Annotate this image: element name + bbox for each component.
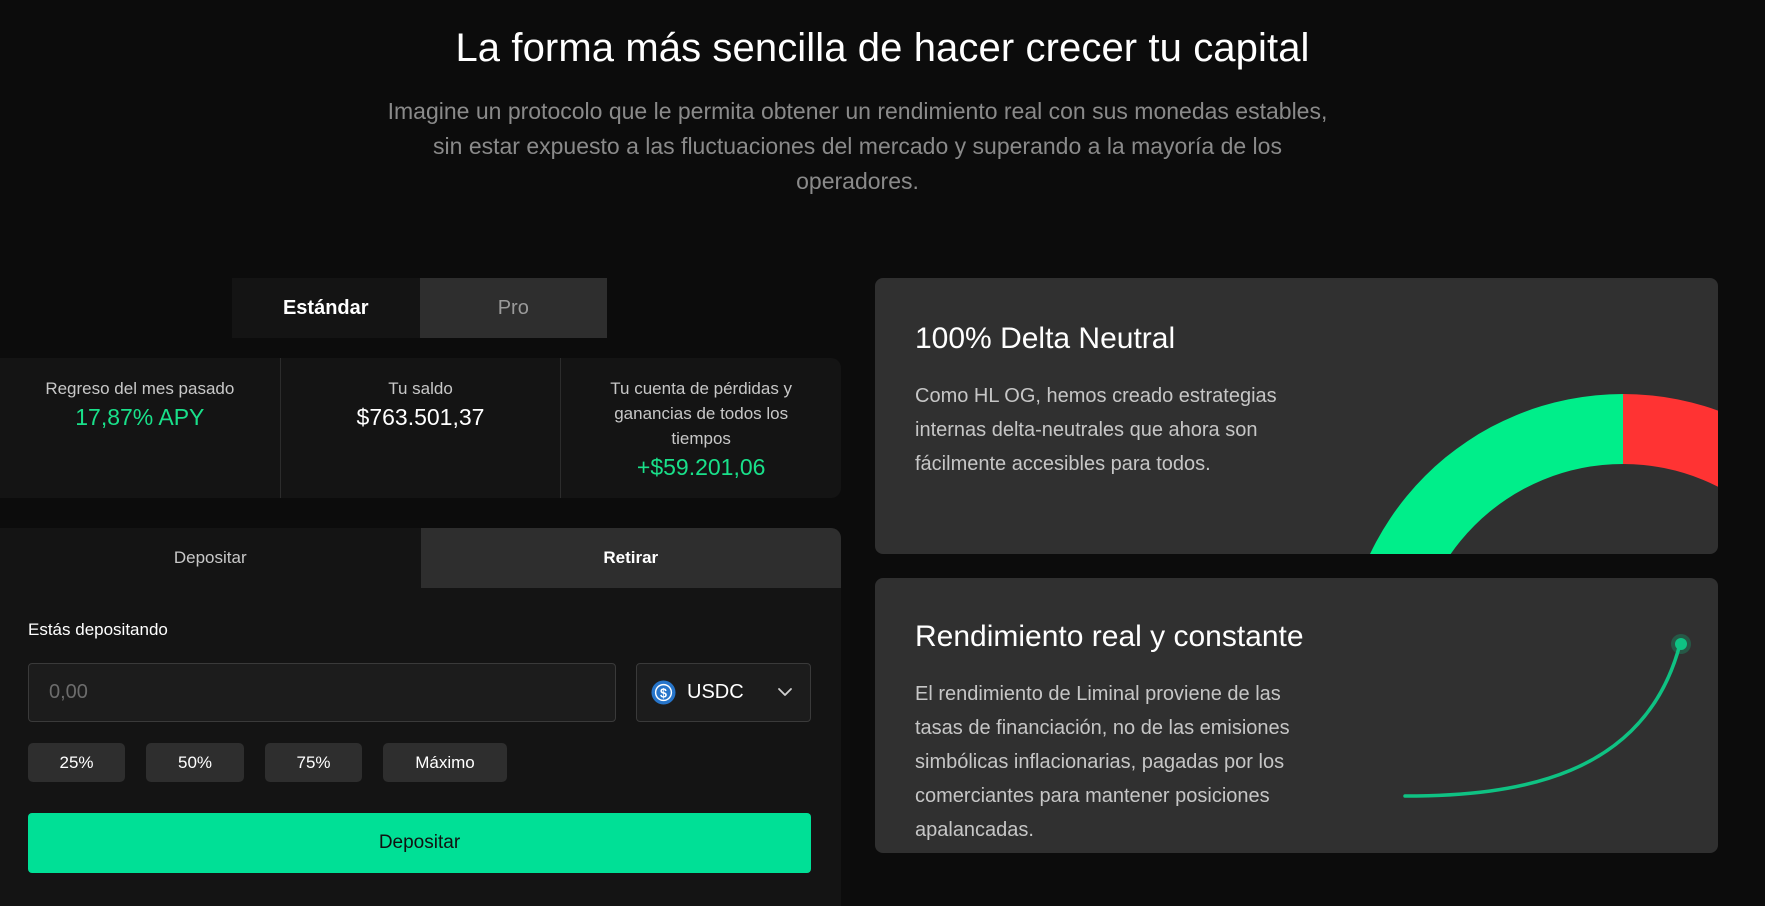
deposit-field-label: Estás depositando (28, 620, 168, 639)
deposit-panel: Depositar Retirar Estás depositando $ US… (0, 528, 841, 906)
stat-balance: Tu saldo $763.501,37 (281, 358, 562, 498)
card-text: El rendimiento de Liminal proviene de la… (915, 683, 1290, 841)
stat-value: 17,87% APY (75, 404, 205, 430)
percent-buttons: 25% 50% 75% Máximo (28, 743, 507, 782)
mode-standard-button[interactable]: Estándar (232, 278, 420, 338)
percent-50-button[interactable]: 50% (146, 743, 244, 782)
feature-card-delta-neutral: 100% Delta Neutral Como HL OG, hemos cre… (875, 278, 1718, 554)
amount-input[interactable] (28, 663, 616, 722)
usdc-icon: $ (651, 680, 676, 705)
card-title: 100% Delta Neutral (915, 322, 1176, 355)
stat-label: Tu saldo (388, 379, 453, 398)
page-subtitle: Imagine un protocolo que le permita obte… (387, 98, 1328, 194)
yield-curve-end-point (1675, 638, 1687, 650)
chevron-down-icon (778, 688, 792, 696)
feature-card-real-yield: Rendimiento real y constante El rendimie… (875, 578, 1718, 853)
stat-last-month-return: Regreso del mes pasado 17,87% APY (0, 358, 281, 498)
card-title: Rendimiento real y constante (915, 620, 1304, 653)
stat-label: Regreso del mes pasado (45, 379, 235, 398)
yield-curve-line (1403, 642, 1682, 798)
stat-all-time-pnl: Tu cuenta de pérdidas y ganancias de tod… (561, 358, 841, 498)
page-title: La forma más sencilla de hacer crecer tu… (455, 26, 1310, 70)
max-button[interactable]: Máximo (383, 743, 507, 782)
gauge-green-segment (1370, 394, 1623, 554)
tab-deposit[interactable]: Depositar (0, 528, 421, 588)
stat-value: +$59.201,06 (636, 454, 766, 480)
percent-75-button[interactable]: 75% (265, 743, 362, 782)
deposit-submit-button[interactable]: Depositar (28, 813, 811, 873)
svg-text:$: $ (660, 686, 667, 700)
mode-pro-button[interactable]: Pro (419, 278, 607, 338)
stat-value: $763.501,37 (356, 404, 485, 430)
action-tabs: Depositar Retirar (0, 528, 841, 588)
stats-panel: Regreso del mes pasado 17,87% APY Tu sal… (0, 358, 841, 498)
percent-25-button[interactable]: 25% (28, 743, 125, 782)
token-select[interactable]: $ USDC (636, 663, 811, 722)
stat-label: Tu cuenta de pérdidas y ganancias de tod… (610, 379, 793, 448)
token-name: USDC (687, 681, 744, 703)
gauge-red-segment (1623, 394, 1718, 487)
card-text: Como HL OG, hemos creado estrategias int… (915, 385, 1277, 475)
tab-withdraw[interactable]: Retirar (420, 528, 841, 588)
mode-toggle: Estándar Pro (232, 278, 607, 338)
